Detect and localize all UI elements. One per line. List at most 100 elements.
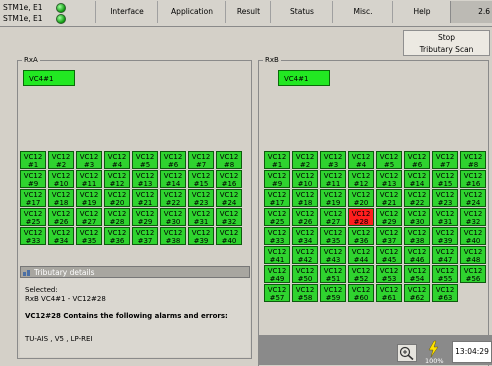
tab-misc[interactable]: Misc.	[332, 1, 393, 23]
tributary-cell[interactable]: VC12 #39	[188, 227, 214, 245]
tributary-cell[interactable]: VC12 #25	[264, 208, 290, 226]
tributary-cell[interactable]: VC12 #36	[104, 227, 130, 245]
tributary-cell[interactable]: VC12 #29	[132, 208, 158, 226]
tributary-cell[interactable]: VC12 #9	[264, 170, 290, 188]
tributary-cell[interactable]: VC12 #32	[216, 208, 242, 226]
tributary-cell[interactable]: VC12 #50	[292, 265, 318, 283]
tributary-cell[interactable]: VC12 #49	[264, 265, 290, 283]
tributary-cell[interactable]: VC12 #19	[76, 189, 102, 207]
tributary-cell[interactable]: VC12 #11	[76, 170, 102, 188]
tributary-cell[interactable]: VC12 #43	[320, 246, 346, 264]
tributary-cell[interactable]: VC12 #7	[432, 151, 458, 169]
tab-status[interactable]: Status	[270, 1, 333, 23]
tributary-cell[interactable]: VC12 #47	[432, 246, 458, 264]
tributary-cell[interactable]: VC12 #18	[292, 189, 318, 207]
tributary-cell[interactable]: VC12 #31	[432, 208, 458, 226]
tributary-cell[interactable]: VC12 #33	[264, 227, 290, 245]
tributary-cell[interactable]: VC12 #38	[404, 227, 430, 245]
tributary-cell[interactable]: VC12 #27	[76, 208, 102, 226]
tributary-cell[interactable]: VC12 #21	[132, 189, 158, 207]
tributary-cell[interactable]: VC12 #9	[20, 170, 46, 188]
tributary-cell[interactable]: VC12 #32	[460, 208, 486, 226]
tributary-cell[interactable]: VC12 #17	[264, 189, 290, 207]
tributary-cell[interactable]: VC12 #60	[348, 284, 374, 302]
tributary-cell[interactable]: VC12 #56	[460, 265, 486, 283]
tributary-cell[interactable]: VC12 #30	[160, 208, 186, 226]
tributary-cell[interactable]: VC12 #26	[292, 208, 318, 226]
tributary-cell[interactable]: VC12 #6	[160, 151, 186, 169]
tributary-cell[interactable]: VC12 #41	[264, 246, 290, 264]
tributary-cell[interactable]: VC12 #42	[292, 246, 318, 264]
tributary-cell[interactable]: VC12 #16	[216, 170, 242, 188]
tributary-cell[interactable]: VC12 #54	[404, 265, 430, 283]
tributary-cell[interactable]: VC12 #21	[376, 189, 402, 207]
tributary-cell[interactable]: VC12 #8	[460, 151, 486, 169]
tributary-cell[interactable]: VC12 #48	[460, 246, 486, 264]
stop-tributary-scan-button[interactable]: Stop Tributary Scan	[403, 30, 490, 56]
tributary-cell[interactable]: VC12 #24	[460, 189, 486, 207]
tributary-cell[interactable]: VC12 #19	[320, 189, 346, 207]
tributary-cell[interactable]: VC12 #33	[20, 227, 46, 245]
tributary-cell[interactable]: VC12 #12	[348, 170, 374, 188]
tributary-cell[interactable]: VC12 #27	[320, 208, 346, 226]
tributary-cell[interactable]: VC12 #18	[48, 189, 74, 207]
tributary-cell[interactable]: VC12 #62	[404, 284, 430, 302]
tributary-cell[interactable]: VC12 #20	[104, 189, 130, 207]
tributary-details-header[interactable]: Tributary details	[20, 266, 250, 278]
tributary-cell[interactable]: VC12 #10	[292, 170, 318, 188]
tributary-cell[interactable]: VC12 #12	[104, 170, 130, 188]
tributary-cell[interactable]: VC12 #14	[404, 170, 430, 188]
tributary-cell[interactable]: VC12 #15	[432, 170, 458, 188]
tributary-cell[interactable]: VC12 #36	[348, 227, 374, 245]
tributary-cell[interactable]: VC12 #22	[160, 189, 186, 207]
tributary-cell[interactable]: VC12 #15	[188, 170, 214, 188]
tributary-cell[interactable]: VC12 #23	[188, 189, 214, 207]
tributary-cell[interactable]: VC12 #59	[320, 284, 346, 302]
tributary-cell[interactable]: VC12 #16	[460, 170, 486, 188]
tributary-cell[interactable]: VC12 #11	[320, 170, 346, 188]
tributary-cell[interactable]: VC12 #30	[404, 208, 430, 226]
tributary-cell[interactable]: VC12 #29	[376, 208, 402, 226]
tributary-cell[interactable]: VC12 #10	[48, 170, 74, 188]
tributary-cell[interactable]: VC12 #28	[104, 208, 130, 226]
tributary-cell[interactable]: VC12 #35	[76, 227, 102, 245]
tributary-cell[interactable]: VC12 #55	[432, 265, 458, 283]
tributary-cell[interactable]: VC12 #63	[432, 284, 458, 302]
tributary-cell[interactable]: VC12 #13	[376, 170, 402, 188]
tab-application[interactable]: Application	[157, 1, 226, 23]
tributary-cell[interactable]: VC12 #51	[320, 265, 346, 283]
tributary-cell[interactable]: VC12 #46	[404, 246, 430, 264]
rxa-vc4-selector[interactable]: VC4#1	[23, 70, 75, 86]
tributary-cell[interactable]: VC12 #38	[160, 227, 186, 245]
tributary-cell[interactable]: VC12 #7	[188, 151, 214, 169]
tributary-cell[interactable]: VC12 #40	[216, 227, 242, 245]
tributary-cell[interactable]: VC12 #45	[376, 246, 402, 264]
tributary-cell[interactable]: VC12 #22	[404, 189, 430, 207]
tributary-cell[interactable]: VC12 #1	[264, 151, 290, 169]
tab-help[interactable]: Help	[392, 1, 451, 23]
tributary-cell[interactable]: VC12 #14	[160, 170, 186, 188]
tributary-cell[interactable]: VC12 #2	[48, 151, 74, 169]
tributary-cell[interactable]: VC12 #3	[320, 151, 346, 169]
tributary-cell[interactable]: VC12 #24	[216, 189, 242, 207]
zoom-button[interactable]	[397, 344, 417, 362]
tributary-cell[interactable]: VC12 #25	[20, 208, 46, 226]
tributary-cell[interactable]: VC12 #34	[292, 227, 318, 245]
tributary-cell[interactable]: VC12 #3	[76, 151, 102, 169]
tab-result[interactable]: Result	[225, 1, 271, 23]
tributary-cell[interactable]: VC12 #28	[348, 208, 374, 226]
tributary-cell[interactable]: VC12 #5	[376, 151, 402, 169]
tributary-cell[interactable]: VC12 #57	[264, 284, 290, 302]
tributary-cell[interactable]: VC12 #1	[20, 151, 46, 169]
tributary-cell[interactable]: VC12 #17	[20, 189, 46, 207]
tributary-cell[interactable]: VC12 #39	[432, 227, 458, 245]
port-status-2[interactable]: STM1e, E1	[2, 13, 76, 24]
tributary-cell[interactable]: VC12 #5	[132, 151, 158, 169]
tab-interface[interactable]: Interface	[95, 1, 158, 23]
tributary-cell[interactable]: VC12 #34	[48, 227, 74, 245]
tributary-cell[interactable]: VC12 #6	[404, 151, 430, 169]
tributary-cell[interactable]: VC12 #40	[460, 227, 486, 245]
tributary-cell[interactable]: VC12 #52	[348, 265, 374, 283]
tab-version[interactable]: 2.6	[450, 1, 492, 23]
tributary-cell[interactable]: VC12 #53	[376, 265, 402, 283]
